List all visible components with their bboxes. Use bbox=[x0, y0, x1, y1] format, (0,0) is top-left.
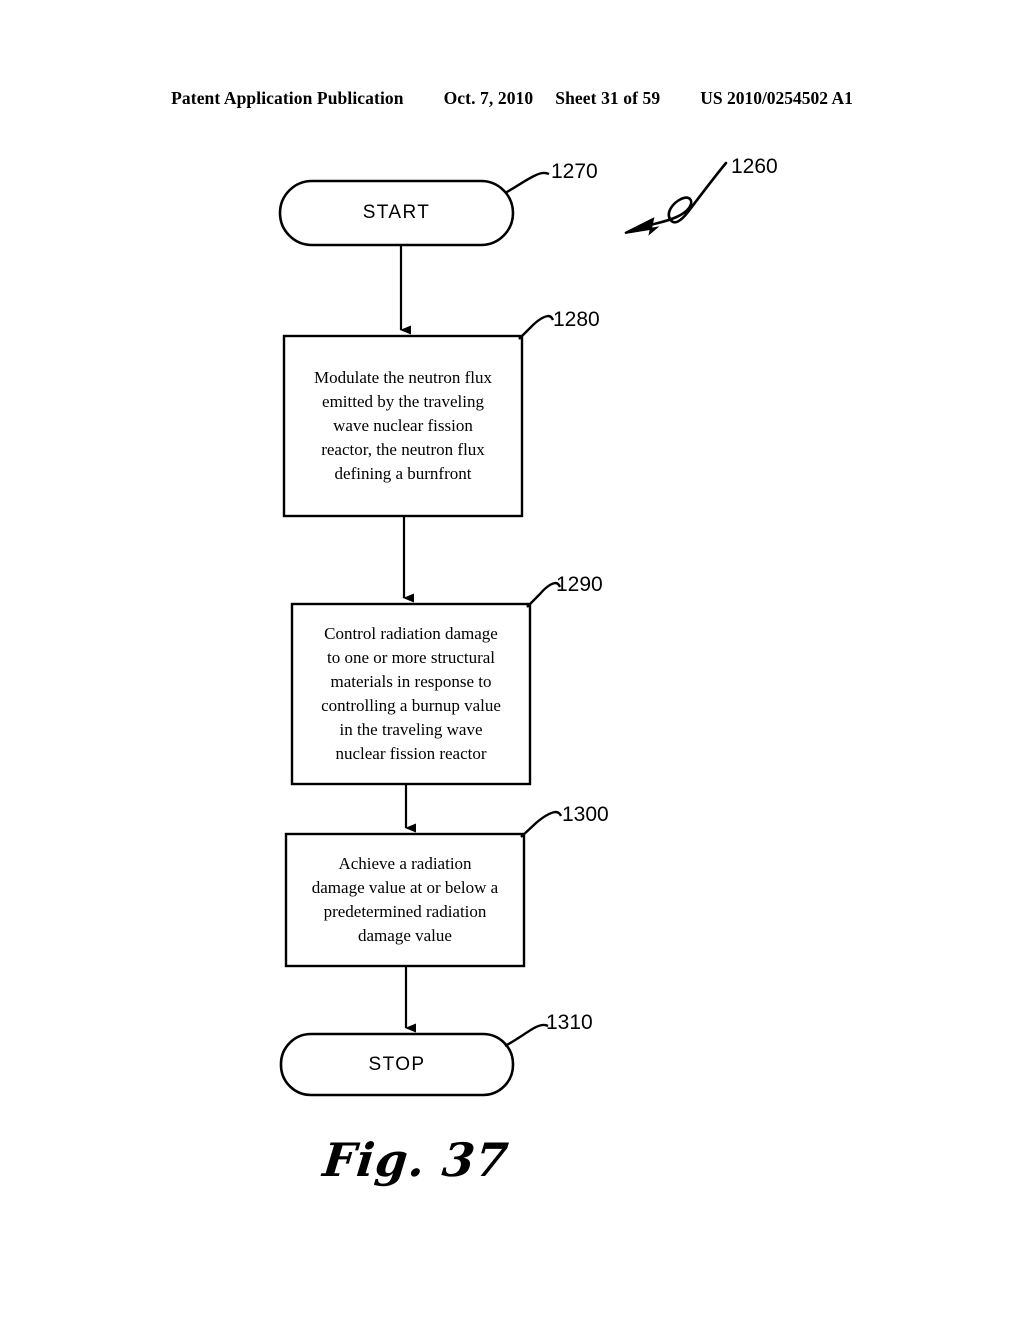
box-1290-line-1: Control radiation damage bbox=[324, 623, 498, 643]
box-1300-line-2: damage value at or below a bbox=[311, 877, 499, 897]
box-1290-line-4: controlling a burnup value bbox=[321, 696, 501, 715]
leader-line-1300 bbox=[520, 810, 563, 838]
leader-line-1280 bbox=[518, 314, 555, 340]
box-1290-line-6: nuclear fission reactor bbox=[335, 744, 487, 764]
reference-numeral-1310: 1310 bbox=[546, 1011, 593, 1034]
figure-caption: Fig. 37 bbox=[320, 1133, 512, 1187]
box-1300-line-1: Achieve a radiation bbox=[338, 853, 472, 873]
reference-numeral-1300: 1300 bbox=[562, 803, 609, 826]
box-1280-line-5: defining a burnfront bbox=[334, 464, 472, 484]
box-1290-line-2: to one or more structural bbox=[326, 647, 496, 667]
process-box-1280-label: Modulate the neutron flux emitted by the… bbox=[284, 336, 522, 516]
reference-numeral-1280: 1280 bbox=[553, 308, 600, 331]
reference-numeral-1270: 1270 bbox=[551, 160, 598, 183]
stop-node-label: STOP bbox=[368, 1053, 426, 1075]
box-1300-line-4: damage value bbox=[358, 926, 452, 946]
reference-numeral-1260: 1260 bbox=[731, 155, 778, 178]
process-box-1300-label: Achieve a radiation damage value at or b… bbox=[286, 834, 524, 966]
box-1290-line-3: materials in response to bbox=[330, 671, 492, 691]
process-box-1290-label: Control radiation damage to one or more … bbox=[292, 604, 530, 784]
box-1280-line-1: Modulate the neutron flux bbox=[314, 367, 492, 387]
box-1280-line-4: reactor, the neutron flux bbox=[321, 440, 485, 460]
box-1280-line-3: wave nuclear fission bbox=[333, 415, 473, 435]
box-1300-line-3: predetermined radiation bbox=[323, 902, 487, 921]
start-node-label: START bbox=[362, 202, 431, 223]
reference-numeral-1290: 1290 bbox=[556, 573, 603, 596]
figure-flowchart: START Modulate the neutron flux emitted … bbox=[0, 0, 1024, 1320]
leader-line-1260 bbox=[645, 161, 728, 228]
box-1280-line-2: emitted by the traveling bbox=[322, 391, 484, 411]
box-1290-line-5: in the traveling wave bbox=[339, 720, 483, 740]
leader-arrowhead-1260 bbox=[624, 217, 660, 236]
